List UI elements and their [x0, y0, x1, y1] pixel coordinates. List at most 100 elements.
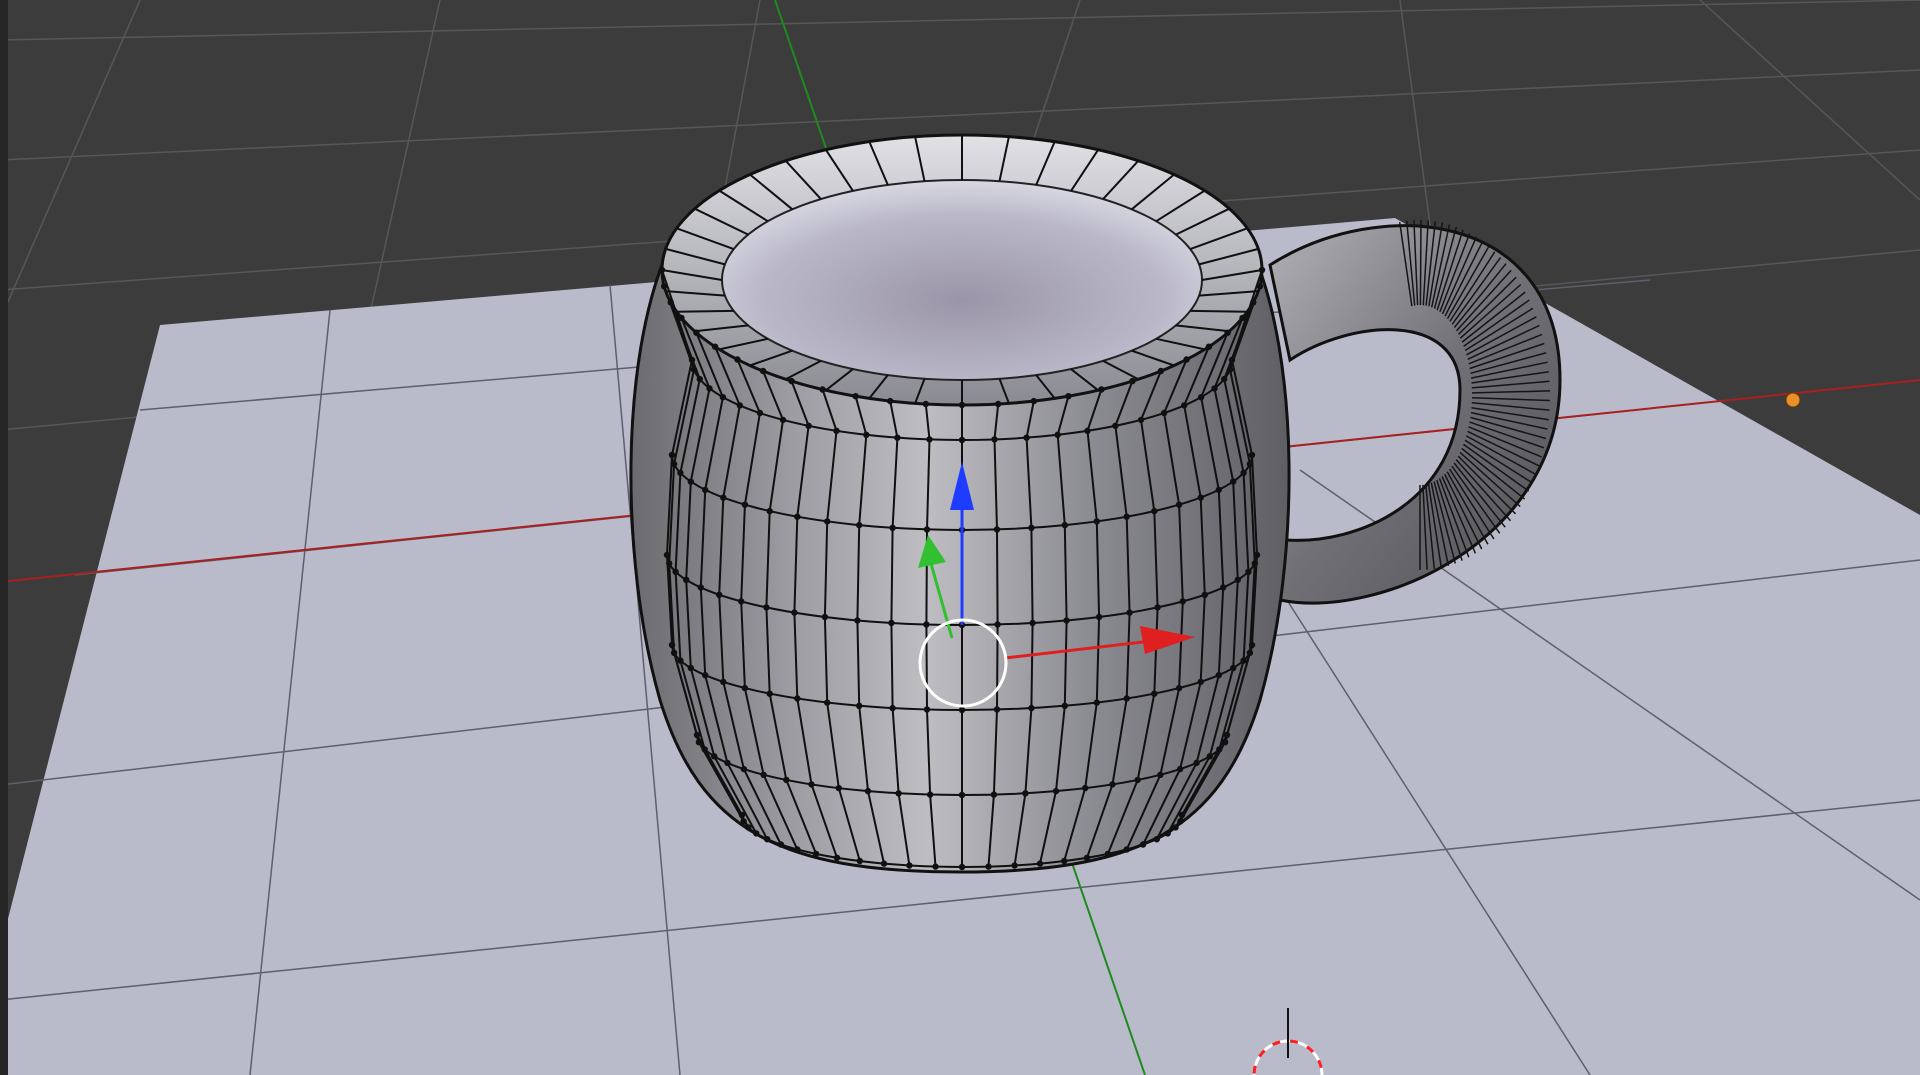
mesh-vertex[interactable]	[1215, 672, 1223, 679]
mesh-vertex[interactable]	[688, 356, 696, 364]
mesh-vertex[interactable]	[1248, 641, 1256, 649]
mesh-vertex[interactable]	[1036, 860, 1044, 867]
mesh-vertex[interactable]	[1160, 409, 1168, 417]
mesh-vertex[interactable]	[764, 836, 771, 843]
3d-viewport[interactable]	[0, 0, 1920, 1075]
mesh-vertex[interactable]	[993, 526, 1001, 533]
mesh-vertex[interactable]	[788, 377, 795, 385]
mesh-vertex[interactable]	[1258, 266, 1266, 274]
mesh-vertex[interactable]	[995, 400, 1002, 408]
mesh-vertex[interactable]	[1205, 343, 1213, 350]
mesh-vertex[interactable]	[1028, 524, 1035, 531]
mesh-vertex[interactable]	[854, 617, 861, 624]
mesh-vertex[interactable]	[1240, 469, 1247, 477]
mesh-vertex[interactable]	[923, 621, 930, 628]
mesh-vertex[interactable]	[756, 409, 764, 417]
mesh-vertex[interactable]	[926, 791, 934, 798]
mesh-vertex[interactable]	[1253, 551, 1261, 559]
mesh-vertex[interactable]	[791, 609, 798, 616]
mesh-vertex[interactable]	[711, 343, 719, 350]
mesh-vertex[interactable]	[711, 753, 718, 760]
mesh-vertex[interactable]	[1183, 356, 1190, 363]
mesh-vertex[interactable]	[1129, 377, 1136, 385]
mesh-vertex[interactable]	[1177, 818, 1184, 825]
mesh-vertex[interactable]	[1248, 451, 1256, 459]
mesh-vertex[interactable]	[1157, 771, 1164, 778]
mesh-vertex[interactable]	[1230, 664, 1237, 672]
mesh-vertex[interactable]	[958, 791, 966, 799]
mesh-vertex[interactable]	[1054, 431, 1061, 438]
mesh-vertex[interactable]	[1197, 394, 1205, 401]
mesh-vertex[interactable]	[766, 507, 773, 515]
mesh-vertex[interactable]	[1083, 854, 1091, 861]
mesh-vertex[interactable]	[672, 568, 679, 575]
mesh-vertex[interactable]	[1028, 704, 1035, 712]
mesh-vertex[interactable]	[888, 619, 895, 627]
mesh-vertex[interactable]	[856, 857, 863, 865]
mesh-vertex[interactable]	[738, 811, 746, 819]
mesh-vertex[interactable]	[1030, 397, 1038, 405]
mesh-vertex[interactable]	[668, 641, 676, 649]
mesh-vertex[interactable]	[922, 400, 929, 408]
mesh-vertex[interactable]	[1216, 746, 1223, 753]
mesh-vertex[interactable]	[701, 746, 708, 753]
mesh-vertex[interactable]	[668, 451, 676, 459]
mesh-vertex[interactable]	[1065, 393, 1072, 400]
mesh-vertex[interactable]	[678, 314, 685, 322]
mesh-vertex[interactable]	[819, 386, 826, 393]
mesh-vertex[interactable]	[958, 436, 966, 444]
mesh-vertex[interactable]	[1224, 329, 1231, 336]
mesh-vertex[interactable]	[720, 494, 727, 501]
mesh-vertex[interactable]	[1245, 568, 1252, 575]
mesh-vertex[interactable]	[1176, 765, 1184, 773]
mesh-vertex[interactable]	[697, 584, 704, 591]
mesh-vertex[interactable]	[658, 266, 666, 274]
mesh-vertex[interactable]	[1164, 830, 1171, 837]
mesh-vertex[interactable]	[1023, 434, 1030, 441]
mesh-vertex[interactable]	[1139, 841, 1147, 848]
mesh-vertex[interactable]	[1011, 862, 1018, 869]
mesh-vertex[interactable]	[889, 524, 896, 531]
mesh-vertex[interactable]	[1109, 781, 1116, 788]
mesh-vertex[interactable]	[887, 397, 894, 405]
mesh-vertex[interactable]	[1061, 702, 1069, 709]
mesh-vertex[interactable]	[706, 385, 713, 392]
mesh-vertex[interactable]	[895, 790, 902, 797]
mesh-vertex[interactable]	[906, 862, 913, 869]
mesh-vertex[interactable]	[994, 621, 1001, 628]
mesh-vertex[interactable]	[1220, 584, 1227, 591]
mesh-vertex[interactable]	[719, 394, 727, 401]
mesh-vertex[interactable]	[985, 863, 992, 870]
mesh-vertex[interactable]	[1230, 478, 1237, 485]
mesh-vertex[interactable]	[990, 791, 998, 798]
mesh-vertex[interactable]	[1061, 857, 1068, 865]
mesh-vertex[interactable]	[693, 731, 701, 739]
mesh-vertex[interactable]	[1256, 283, 1264, 290]
mesh-vertex[interactable]	[783, 776, 790, 784]
mesh-vertex[interactable]	[808, 781, 815, 788]
mesh-vertex[interactable]	[1151, 690, 1158, 697]
mesh-vertex[interactable]	[753, 830, 760, 837]
mesh-vertex[interactable]	[1178, 811, 1186, 819]
mesh-vertex[interactable]	[1157, 367, 1165, 375]
mesh-vertex[interactable]	[1093, 699, 1101, 706]
mesh-vertex[interactable]	[794, 846, 801, 853]
mesh-vertex[interactable]	[1172, 824, 1179, 831]
mesh-vertex[interactable]	[1246, 460, 1254, 468]
mesh-vertex[interactable]	[1246, 649, 1254, 656]
mesh-vertex[interactable]	[1228, 356, 1236, 364]
mesh-vertex[interactable]	[716, 591, 723, 598]
mesh-vertex[interactable]	[1112, 422, 1119, 429]
mesh-vertex[interactable]	[824, 518, 831, 525]
mesh-vertex[interactable]	[738, 598, 745, 605]
mesh-vertex[interactable]	[670, 649, 678, 656]
mesh-vertex[interactable]	[1151, 507, 1158, 515]
mesh-vertex[interactable]	[766, 690, 773, 697]
mesh-vertex[interactable]	[1022, 790, 1029, 797]
mesh-vertex[interactable]	[991, 436, 998, 443]
mesh-vertex[interactable]	[696, 375, 703, 383]
mesh-vertex[interactable]	[760, 771, 767, 778]
mesh-vertex[interactable]	[1181, 402, 1188, 409]
mesh-vertex[interactable]	[683, 576, 690, 583]
mesh-vertex[interactable]	[740, 765, 748, 773]
